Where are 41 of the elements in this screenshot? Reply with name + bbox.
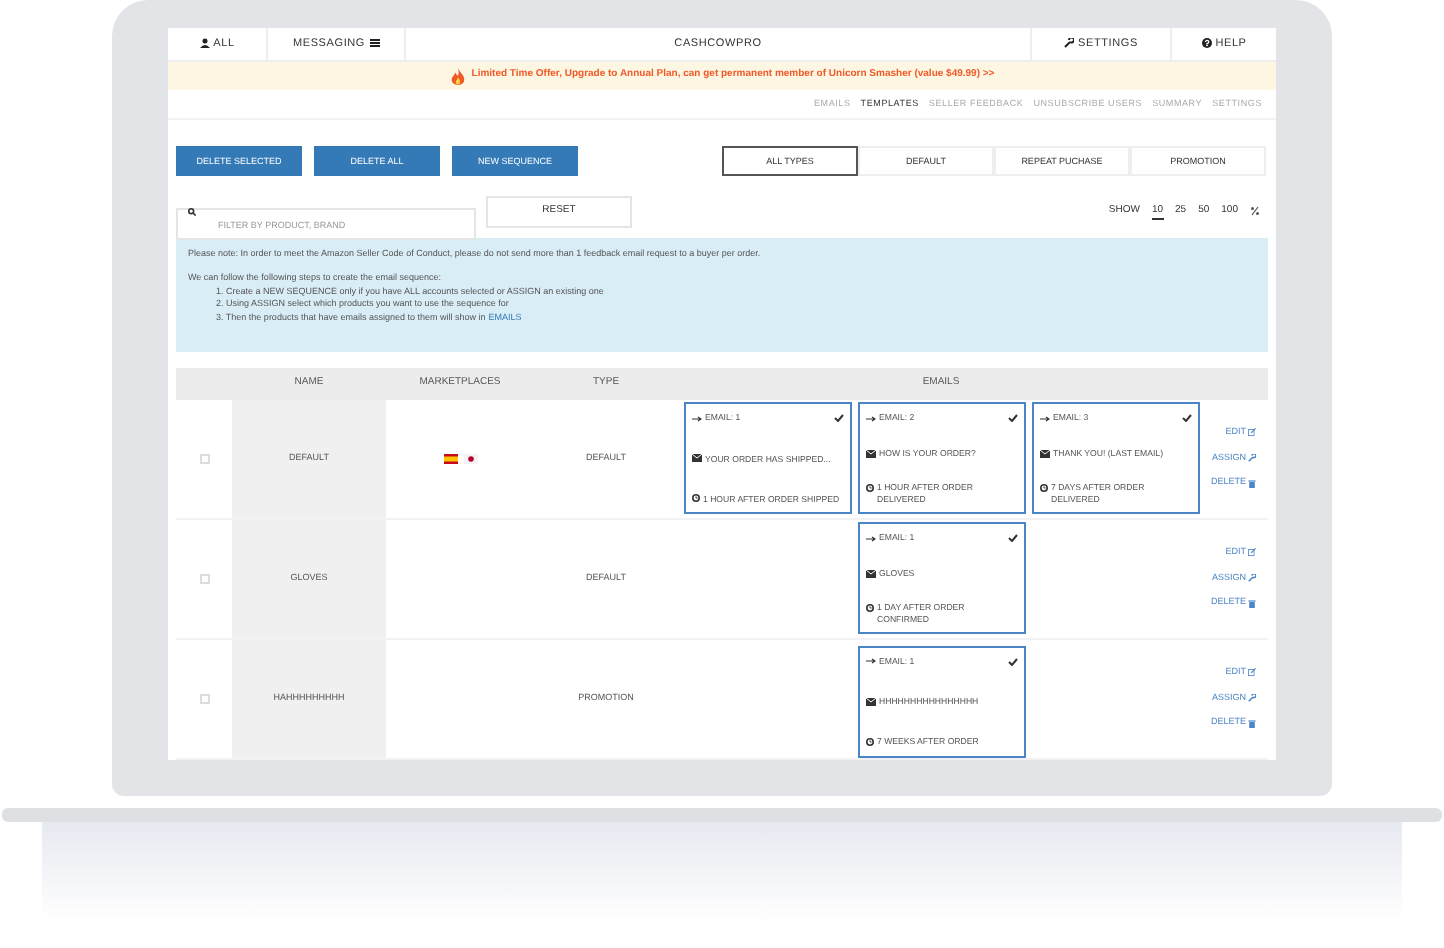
arrow-icon <box>865 415 875 422</box>
check-icon <box>833 414 843 423</box>
flag-icon <box>443 453 457 464</box>
wrench-icon <box>1064 38 1075 49</box>
envelope-icon <box>865 569 875 578</box>
help-icon <box>1201 38 1212 49</box>
user-icon <box>199 38 210 49</box>
envelope-icon <box>865 697 875 706</box>
clock-icon <box>865 483 873 492</box>
fire-icon <box>449 67 466 85</box>
arrow-icon <box>865 658 875 665</box>
check-icon <box>1007 414 1017 423</box>
row-checkbox[interactable] <box>199 453 209 464</box>
row-checkbox[interactable] <box>199 693 209 704</box>
clock-icon <box>865 737 873 746</box>
check-icon <box>1181 414 1191 423</box>
clock-icon <box>1039 483 1047 492</box>
search-icon <box>188 207 196 216</box>
trash-icon <box>1248 479 1256 488</box>
check-icon <box>1007 534 1017 543</box>
arrow-icon <box>1039 415 1049 422</box>
edit-icon <box>1248 548 1256 557</box>
wrench-icon <box>1248 694 1256 703</box>
trash-icon <box>1248 599 1256 608</box>
wrench-icon <box>1248 574 1256 583</box>
clock-icon <box>865 603 873 612</box>
edit-icon <box>1248 428 1256 437</box>
envelope-icon <box>1039 449 1049 458</box>
edit-icon <box>1248 668 1256 677</box>
check-icon <box>1007 657 1017 666</box>
flag-icon <box>463 453 477 464</box>
envelope-icon <box>691 454 701 463</box>
arrow-icon <box>691 415 701 422</box>
arrow-icon <box>865 535 875 542</box>
trash-icon <box>1248 719 1256 728</box>
menu-icon <box>369 38 379 49</box>
wrench-icon <box>1248 454 1256 463</box>
percent-icon <box>1250 206 1260 217</box>
row-checkbox[interactable] <box>199 573 209 584</box>
clock-icon <box>691 494 699 503</box>
envelope-icon <box>865 449 875 458</box>
